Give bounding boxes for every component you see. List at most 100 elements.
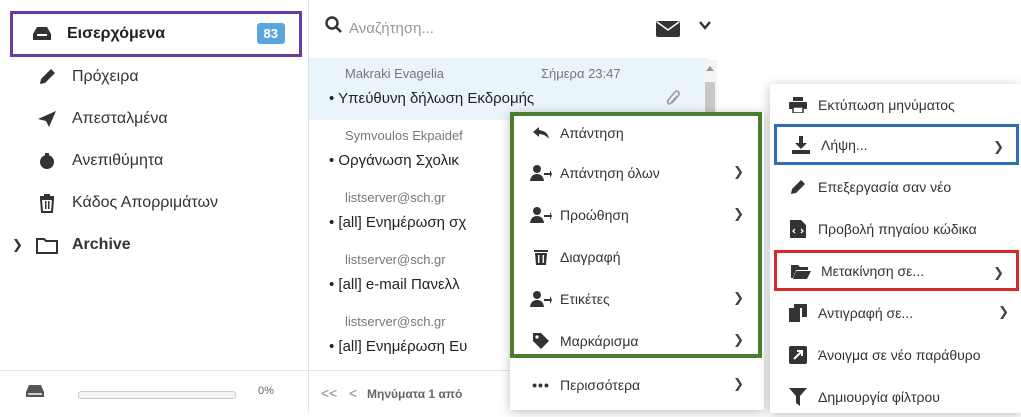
submenu-arrow-icon: ❯ (733, 206, 744, 221)
reply-icon (528, 126, 554, 140)
menu-item-label: Μετακίνηση σε... (821, 262, 925, 279)
folder-label: Archive (72, 236, 131, 253)
more-actions-submenu: Εκτύπωση μηνύματος Λήψη... ❯ Επεξεργασία… (770, 84, 1021, 413)
message-subject: • Οργάνωση Σχολικ (329, 152, 459, 169)
tags-icon (528, 290, 554, 308)
menu-item-more[interactable]: ••• Περισσότερα ❯ (510, 364, 764, 406)
submenu-arrow-icon: ❯ (998, 304, 1009, 319)
folder-icon (36, 234, 58, 256)
unread-count-badge: 83 (256, 23, 285, 44)
search-bar[interactable]: Αναζήτηση... (309, 0, 721, 55)
message-subject: • Υπεύθυνη δήλωση Εκδρομής (329, 90, 535, 107)
pager-text: Μηνύματα 1 από (367, 387, 463, 401)
folder-inbox[interactable]: Εισερχόμενα 83 (10, 11, 302, 57)
message-subject: • [all] e-mail Πανελλ (329, 276, 460, 293)
source-icon (786, 219, 810, 238)
folder-junk[interactable]: Ανεπιθύμητα (14, 142, 300, 180)
menu-item-label: Περισσότερα (560, 377, 641, 393)
menu-item-reply[interactable]: Απάντηση (510, 112, 764, 154)
copy-icon (786, 303, 810, 322)
prev-page-button[interactable]: < (349, 385, 357, 401)
message-date: Σήμερα 23:47 (541, 66, 621, 81)
menu-item-label: Άνοιγμα σε νέο παράθυρο (818, 346, 981, 363)
menu-item-label: Προβολή πηγαίου κώδικα (818, 220, 977, 237)
pencil-icon (786, 178, 810, 196)
menu-item-create-filter[interactable]: Δημιουργία φίλτρου (770, 376, 1021, 417)
folder-label: Πρόχειρα (72, 68, 139, 85)
message-subject: • [all] Ενημέρωση Ευ (329, 338, 468, 355)
quota-footer: 0% (0, 370, 308, 414)
message-sender: Symvoulos Ekpaidef (345, 128, 463, 143)
menu-item-label: Λήψη... (821, 136, 868, 153)
submenu-arrow-icon: ❯ (993, 139, 1004, 154)
menu-item-open-new-window[interactable]: Άνοιγμα σε νέο παράθυρο (770, 334, 1021, 375)
download-icon (789, 135, 813, 154)
submenu-arrow-icon: ❯ (733, 164, 744, 179)
envelope-icon[interactable] (656, 21, 680, 42)
menu-item-tags[interactable]: Ετικέτες ❯ (510, 278, 764, 320)
search-icon[interactable] (325, 16, 343, 39)
message-sender: listserver@sch.gr (345, 252, 446, 267)
paperclip-icon (665, 90, 681, 113)
filter-icon (786, 387, 810, 406)
folder-label: Ανεπιθύμητα (72, 152, 164, 169)
pencil-icon (36, 66, 58, 88)
folder-move-icon (789, 263, 813, 279)
trash-icon (36, 192, 58, 214)
menu-item-print[interactable]: Εκτύπωση μηνύματος (770, 84, 1021, 125)
menu-item-copy-to[interactable]: Αντιγραφή σε... ❯ (770, 292, 1021, 333)
paper-plane-icon (36, 108, 58, 130)
menu-item-download[interactable]: Λήψη... ❯ (774, 124, 1019, 165)
menu-item-label: Επεξεργασία σαν νέο (818, 178, 952, 195)
folder-trash[interactable]: Κάδος Απορριμάτων (14, 184, 300, 222)
print-icon (786, 96, 810, 113)
folder-sent[interactable]: Απεσταλμένα (14, 100, 300, 138)
message-actions-menu: Απάντηση Απάντηση όλων ❯ Προώθηση ❯ Διαγ… (510, 112, 764, 410)
scrollbar-thumb[interactable] (705, 82, 715, 116)
menu-item-reply-all[interactable]: Απάντηση όλων ❯ (510, 152, 764, 194)
folder-archive[interactable]: ❯ Archive (12, 226, 300, 264)
submenu-arrow-icon: ❯ (993, 265, 1004, 280)
submenu-arrow-icon: ❯ (733, 290, 744, 305)
menu-item-label: Διαγραφή (560, 249, 621, 265)
bomb-icon (36, 150, 58, 172)
expand-caret-icon[interactable]: ❯ (12, 237, 23, 253)
menu-item-label: Δημιουργία φίλτρου (818, 388, 940, 405)
tag-icon (528, 332, 554, 350)
search-input[interactable]: Αναζήτηση... (349, 20, 434, 37)
reply-all-icon (528, 164, 554, 182)
first-page-button[interactable]: << (321, 385, 337, 401)
new-window-icon (786, 345, 810, 364)
message-sender: listserver@sch.gr (345, 314, 446, 329)
scroll-up-icon[interactable] (706, 66, 714, 71)
trash-icon (528, 248, 554, 266)
menu-item-edit-as-new[interactable]: Επεξεργασία σαν νέο (770, 166, 1021, 207)
message-sender: listserver@sch.gr (345, 190, 446, 205)
folder-panel: Εισερχόμενα 83 Πρόχειρα Απεσταλμένα Ανεπ… (0, 0, 308, 370)
folder-label: Απεσταλμένα (72, 110, 168, 127)
inbox-icon (31, 23, 53, 45)
folder-label: Εισερχόμενα (67, 25, 166, 42)
folder-drafts[interactable]: Πρόχειρα (14, 58, 300, 96)
menu-item-mark[interactable]: Μαρκάρισμα ❯ (510, 320, 764, 362)
menu-item-label: Αντιγραφή σε... (818, 304, 914, 321)
menu-item-move-to[interactable]: Μετακίνηση σε... ❯ (774, 250, 1019, 291)
message-row[interactable]: Makraki Evagelia Σήμερα 23:47 • Υπεύθυνη… (309, 58, 709, 120)
storage-icon (24, 383, 46, 404)
quota-percent: 0% (258, 385, 274, 397)
submenu-arrow-icon: ❯ (733, 376, 744, 391)
menu-item-label: Απάντηση όλων (560, 165, 660, 181)
message-subject: • [all] Ενημέρωση σχ (329, 214, 467, 231)
chevron-down-icon[interactable] (699, 19, 711, 33)
more-icon: ••• (532, 377, 550, 393)
menu-item-label: Μαρκάρισμα (560, 333, 639, 349)
forward-icon (528, 206, 554, 224)
menu-item-label: Απάντηση (560, 125, 624, 141)
menu-item-label: Ετικέτες (560, 291, 610, 307)
quota-bar (78, 391, 236, 399)
menu-item-label: Εκτύπωση μηνύματος (818, 96, 955, 113)
menu-item-delete[interactable]: Διαγραφή (510, 236, 764, 278)
menu-item-view-source[interactable]: Προβολή πηγαίου κώδικα (770, 208, 1021, 249)
message-sender: Makraki Evagelia (345, 66, 444, 81)
menu-item-forward[interactable]: Προώθηση ❯ (510, 194, 764, 236)
